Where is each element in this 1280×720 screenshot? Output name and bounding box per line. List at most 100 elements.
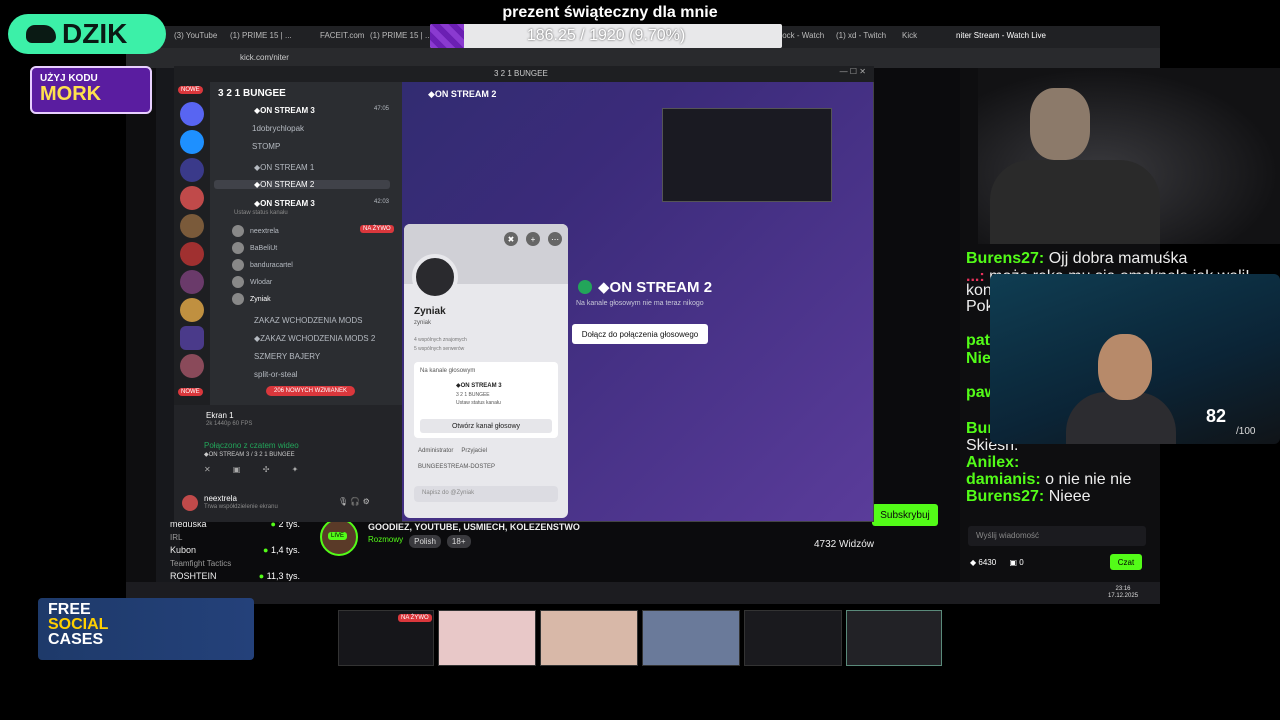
screen-share-quality: 2k 1440p 60 FPS bbox=[206, 421, 253, 427]
voice-member[interactable]: STOMP bbox=[252, 142, 280, 151]
avatar bbox=[232, 276, 244, 288]
server-icon[interactable] bbox=[180, 298, 204, 322]
stream-tile[interactable] bbox=[540, 610, 638, 666]
tag-polish[interactable]: Polish bbox=[409, 535, 441, 548]
tab-niter[interactable]: niter Stream - Watch Live bbox=[956, 31, 1046, 40]
goal-progress-text: 186.25 / 1920 (9.70%) bbox=[526, 27, 686, 44]
mentions-badge[interactable]: 206 NOWYCH WZMIANEK bbox=[266, 386, 356, 396]
chat-text: Ojj dobra mamuśka bbox=[1048, 250, 1188, 267]
voice-channel[interactable]: ◆ON STREAM 3 bbox=[254, 199, 315, 208]
user-status: Trwa współdzielenie ekranu bbox=[204, 504, 278, 510]
nowe-badge: NOWE bbox=[178, 388, 203, 396]
tab-kick[interactable]: Kick bbox=[902, 31, 917, 40]
server-icon[interactable] bbox=[180, 270, 204, 294]
server-icon[interactable] bbox=[180, 186, 204, 210]
voice-channel[interactable]: ◆ON STREAM 3 bbox=[254, 106, 315, 115]
voice-member[interactable]: Wlodar bbox=[232, 276, 272, 288]
free-social-cases-banner: FREE SOCIAL CASES bbox=[38, 598, 254, 660]
live-tag: NA ŻYWO bbox=[360, 225, 394, 233]
stream-tile[interactable] bbox=[744, 610, 842, 666]
mic-headset-settings-icon[interactable]: 🎙 🎧 ⚙ bbox=[338, 497, 370, 506]
server-folder-icon[interactable] bbox=[180, 326, 204, 350]
category-link[interactable]: Rozmowy bbox=[368, 535, 403, 548]
tab-prime-2[interactable]: (1) PRIME 15 | ... bbox=[370, 31, 432, 40]
profile-avatar bbox=[412, 254, 458, 300]
chat-message: Burens27: Nieee bbox=[966, 488, 1091, 506]
add-friend-icon[interactable]: + bbox=[526, 232, 540, 246]
server-icon[interactable] bbox=[180, 158, 204, 182]
webcam-person-head bbox=[1098, 334, 1152, 400]
user-name[interactable]: neextrela bbox=[204, 494, 237, 503]
goal-progress-bar: 186.25 / 1920 (9.70%) bbox=[430, 24, 782, 48]
channel-status[interactable]: Ustaw status kanału bbox=[234, 210, 288, 216]
server-icon[interactable] bbox=[180, 242, 204, 266]
stream-preview-thumbnail[interactable] bbox=[662, 108, 832, 202]
tab-youtube[interactable]: (3) YouTube bbox=[174, 31, 217, 40]
avatar bbox=[232, 225, 244, 237]
voice-member[interactable]: banduracartel bbox=[232, 259, 293, 271]
voice-channel[interactable]: SZMERY BAJERY bbox=[254, 352, 320, 361]
following-list: meduska ● 2 tys. IRL Kubon ● 1,4 tys. Team… bbox=[170, 518, 300, 583]
profile-name: Zyniak bbox=[414, 306, 446, 317]
tab-prime[interactable]: (1) PRIME 15 | ... bbox=[230, 31, 292, 40]
avatar bbox=[232, 259, 244, 271]
stream-tile[interactable] bbox=[438, 610, 536, 666]
voice-member[interactable]: Zyniak bbox=[232, 293, 271, 305]
card-title: Na kanale głosowym bbox=[420, 368, 476, 374]
screen-share-title[interactable]: Ekran 1 bbox=[206, 411, 234, 420]
chat-username[interactable]: Burens27: bbox=[966, 488, 1044, 505]
chat-username[interactable]: damianis: bbox=[966, 471, 1041, 488]
voice-member[interactable]: BaBeliUt bbox=[232, 242, 277, 254]
stream-tile[interactable] bbox=[642, 610, 740, 666]
avatar bbox=[232, 242, 244, 254]
stream-tags: Rozmowy Polish 18+ bbox=[368, 535, 471, 548]
tab-alock[interactable]: alock - Watch bbox=[776, 31, 824, 40]
voice-channel[interactable]: ◆ZAKAZ WCHODZENIA MODS 2 bbox=[254, 334, 375, 343]
card-server: 3 2 1 BUNGEE bbox=[456, 392, 490, 398]
close-icon[interactable]: ✖ bbox=[504, 232, 518, 246]
tab-twitch[interactable]: (1) xd - Twitch bbox=[836, 31, 886, 40]
voice-header: ◆ON STREAM 2 bbox=[428, 89, 497, 99]
window-controls-icon[interactable]: — ☐ ✕ bbox=[840, 67, 866, 76]
chat-input[interactable]: Wyślij wiadomość bbox=[968, 526, 1146, 546]
viewer-count: 4732 Widzów bbox=[814, 539, 875, 550]
stream-tile[interactable] bbox=[846, 610, 942, 666]
nowe-badge: NOWE bbox=[178, 86, 203, 94]
open-voice-channel-button[interactable]: Otwórz kanał głosowy bbox=[420, 419, 552, 433]
voice-channel-title: ◆ON STREAM 2 bbox=[578, 278, 712, 296]
send-chat-button[interactable]: Czat bbox=[1110, 554, 1142, 570]
tag-18[interactable]: 18+ bbox=[446, 535, 471, 548]
voice-channel-active[interactable]: ◆ON STREAM 2 bbox=[214, 180, 390, 189]
profile-roles: Administrator Przyjaciel bbox=[418, 448, 487, 454]
server-icon[interactable] bbox=[180, 102, 204, 126]
profile-mutuals[interactable]: 4 wspólnych znajomych 5 wspólnych serweró… bbox=[414, 336, 467, 354]
voice-member[interactable]: 1dobrychlopak bbox=[252, 124, 304, 133]
subscribe-button[interactable]: Subskrybuj bbox=[872, 504, 938, 526]
url-text[interactable]: kick.com/niter bbox=[240, 53, 289, 62]
message-input[interactable]: Napisz do @Zyniak bbox=[414, 486, 558, 502]
join-voice-button[interactable]: Dołącz do połączenia głosowego bbox=[572, 324, 708, 344]
voice-channel[interactable]: ZAKAZ WCHODZENIA MODS bbox=[254, 316, 362, 325]
voice-channel[interactable]: split-or-steal bbox=[254, 370, 298, 379]
chat-username[interactable]: Anilex: bbox=[966, 454, 1019, 471]
tab-faceit[interactable]: FACEIT.com bbox=[320, 31, 364, 40]
voice-channel-name[interactable]: ◆ON STREAM 3 / 3 2 1 BUNGEE bbox=[204, 451, 295, 458]
server-name[interactable]: 3 2 1 BUNGEE bbox=[218, 88, 286, 99]
user-avatar[interactable] bbox=[182, 495, 198, 511]
chat-username[interactable]: Burens27: bbox=[966, 250, 1044, 267]
windows-taskbar bbox=[126, 582, 1160, 604]
role-friend: Przyjaciel bbox=[461, 448, 488, 454]
server-icon[interactable] bbox=[180, 354, 204, 378]
server-icon[interactable] bbox=[180, 130, 204, 154]
more-icon[interactable]: ⋯ bbox=[548, 232, 562, 246]
server-icon[interactable] bbox=[180, 214, 204, 238]
level-value: 82 bbox=[1206, 406, 1227, 426]
voice-member[interactable]: neextrela bbox=[232, 225, 279, 237]
taskbar-clock[interactable]: 23:16 17.12.2025 bbox=[1108, 586, 1138, 600]
following-item[interactable]: Kubon ● 1,4 tys. bbox=[170, 544, 300, 557]
following-category: IRL bbox=[170, 533, 183, 542]
chat-text: o nie nie nie bbox=[1045, 471, 1132, 488]
voice-controls-icon[interactable]: ✕ ▣ ✣ ✦ bbox=[204, 465, 298, 474]
chat-message: Anilex: bbox=[966, 454, 1019, 472]
voice-channel[interactable]: ◆ON STREAM 1 bbox=[254, 163, 314, 172]
